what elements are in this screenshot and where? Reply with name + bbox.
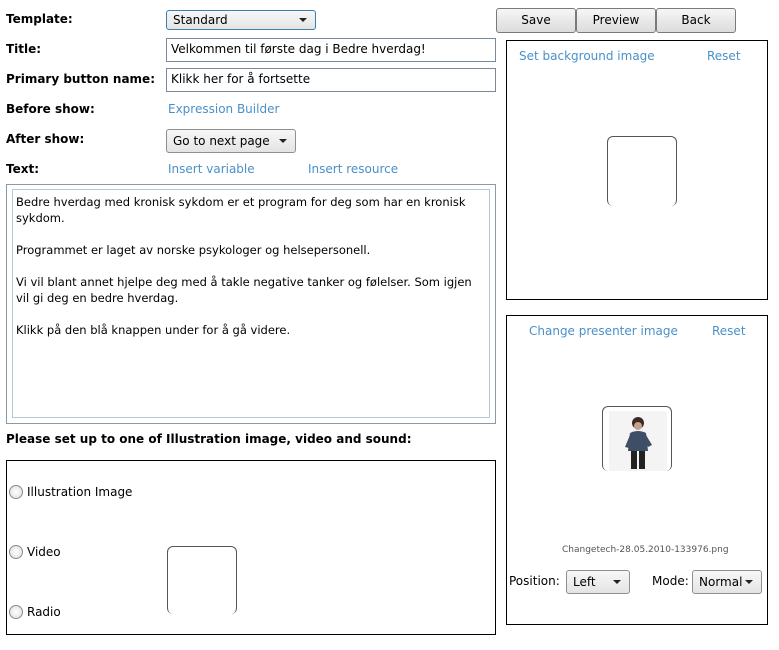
media-panel: Illustration Image Video Radio [6, 460, 496, 635]
chevron-down-icon [299, 18, 307, 22]
insert-variable-link[interactable]: Insert variable [168, 162, 255, 176]
background-reset-link[interactable]: Reset [707, 49, 741, 63]
title-input[interactable]: Velkommen til første dag i Bedre hverdag… [166, 38, 496, 62]
presenter-filename: Changetech-28.05.2010-133976.png [562, 545, 729, 555]
background-panel: Set background image Reset [506, 40, 768, 300]
background-image-placeholder[interactable] [607, 136, 677, 206]
change-presenter-image-link[interactable]: Change presenter image [529, 324, 678, 338]
primary-button-name-input[interactable]: Klikk her for å fortsette [166, 68, 496, 92]
chevron-down-icon [745, 580, 753, 584]
mode-select[interactable]: Normal [692, 570, 762, 594]
presenter-image-thumbnail[interactable] [602, 406, 672, 471]
template-label: Template: [6, 12, 73, 26]
template-select[interactable]: Standard [166, 10, 316, 30]
media-heading: Please set up to one of Illustration ima… [6, 432, 412, 446]
media-preview-placeholder[interactable] [167, 546, 237, 614]
preview-button[interactable]: Preview [576, 8, 656, 33]
text-editor[interactable]: Bedre hverdag med kronisk sykdom er et p… [6, 184, 496, 424]
presenter-reset-link[interactable]: Reset [712, 324, 746, 338]
presenter-person-icon [609, 411, 667, 471]
insert-resource-link[interactable]: Insert resource [308, 162, 398, 176]
primary-button-name-label: Primary button name: [6, 72, 155, 86]
text-paragraph-2: Programmet er laget av norske psykologer… [16, 243, 371, 257]
set-background-image-link[interactable]: Set background image [519, 49, 655, 63]
chevron-down-icon [279, 139, 287, 143]
illustration-radio-label: Illustration Image [27, 485, 133, 499]
template-select-value: Standard [173, 13, 228, 27]
video-radio-label: Video [27, 545, 61, 559]
primary-button-name-value: Klikk her for å fortsette [171, 72, 311, 86]
text-paragraph-4: Klikk på den blå knappen under for å gå … [16, 323, 291, 337]
title-label: Title: [6, 42, 42, 56]
text-label: Text: [6, 162, 40, 176]
after-show-select[interactable]: Go to next page [166, 129, 296, 153]
before-show-label: Before show: [6, 102, 95, 116]
save-button[interactable]: Save [496, 8, 576, 33]
position-select[interactable]: Left [566, 570, 630, 594]
position-select-value: Left [573, 575, 596, 589]
chevron-down-icon [613, 580, 621, 584]
video-radio[interactable] [9, 545, 23, 559]
position-label: Position: [509, 574, 560, 588]
mode-label: Mode: [652, 574, 689, 588]
after-show-select-value: Go to next page [173, 134, 270, 148]
radio-radio-label: Radio [27, 605, 61, 619]
after-show-label: After show: [6, 132, 85, 146]
text-paragraph-1: Bedre hverdag med kronisk sykdom er et p… [16, 195, 466, 225]
mode-select-value: Normal [699, 575, 743, 589]
radio-radio[interactable] [9, 605, 23, 619]
expression-builder-link[interactable]: Expression Builder [168, 102, 279, 116]
text-paragraph-3: Vi vil blant annet hjelpe deg med å takl… [16, 275, 472, 305]
title-input-value: Velkommen til første dag i Bedre hverdag… [171, 42, 426, 56]
presenter-panel: Change presenter image Reset Changetech-… [506, 315, 768, 625]
illustration-radio[interactable] [9, 485, 23, 499]
back-button[interactable]: Back [656, 8, 736, 33]
